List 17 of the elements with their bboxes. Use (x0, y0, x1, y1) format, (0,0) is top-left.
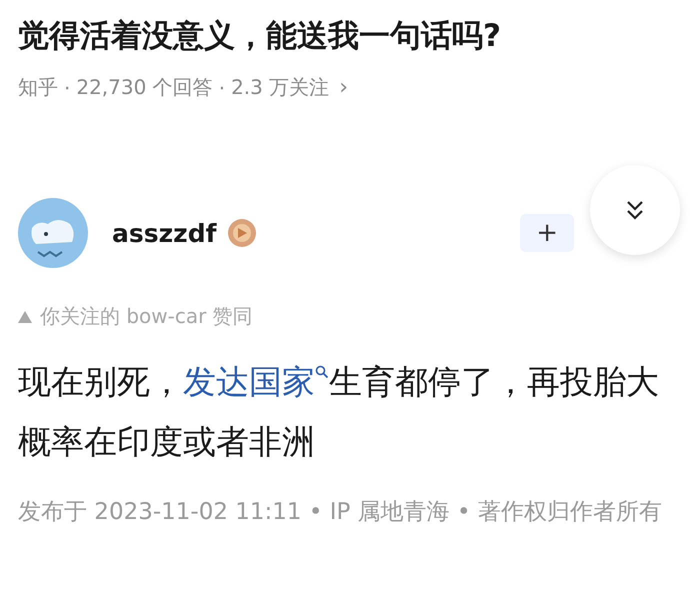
follow-button[interactable]: + (520, 214, 574, 252)
medal-icon (226, 218, 257, 248)
search-icon (315, 365, 329, 380)
answer-text: 现在别死，发达国家 生育都停了，再投胎大概率在印度或者非洲 (18, 361, 660, 463)
question-title: 觉得活着没意义，能送我一句话吗? (18, 17, 502, 56)
separator-dot: · (218, 76, 226, 100)
author-name[interactable]: asszzdf (112, 218, 217, 248)
avatar-icon[interactable] (18, 198, 88, 268)
separator-dot: · (64, 76, 70, 100)
triangle-icon (18, 310, 32, 323)
answer-footer: 发布于 2023-11-02 11:11 • IP 属地青海 • 著作权归作者所有 (18, 491, 672, 534)
question-meta: 2.3 万关注 (231, 74, 330, 102)
question-meta: 知乎 (18, 74, 58, 102)
keyword-link[interactable]: 发达国家 (183, 362, 329, 402)
question-meta: 22,730 个回答 (76, 74, 213, 102)
recommendation-text: 你关注的 bow-car 赞同 (40, 303, 253, 330)
double-chevron-icon (625, 199, 645, 222)
